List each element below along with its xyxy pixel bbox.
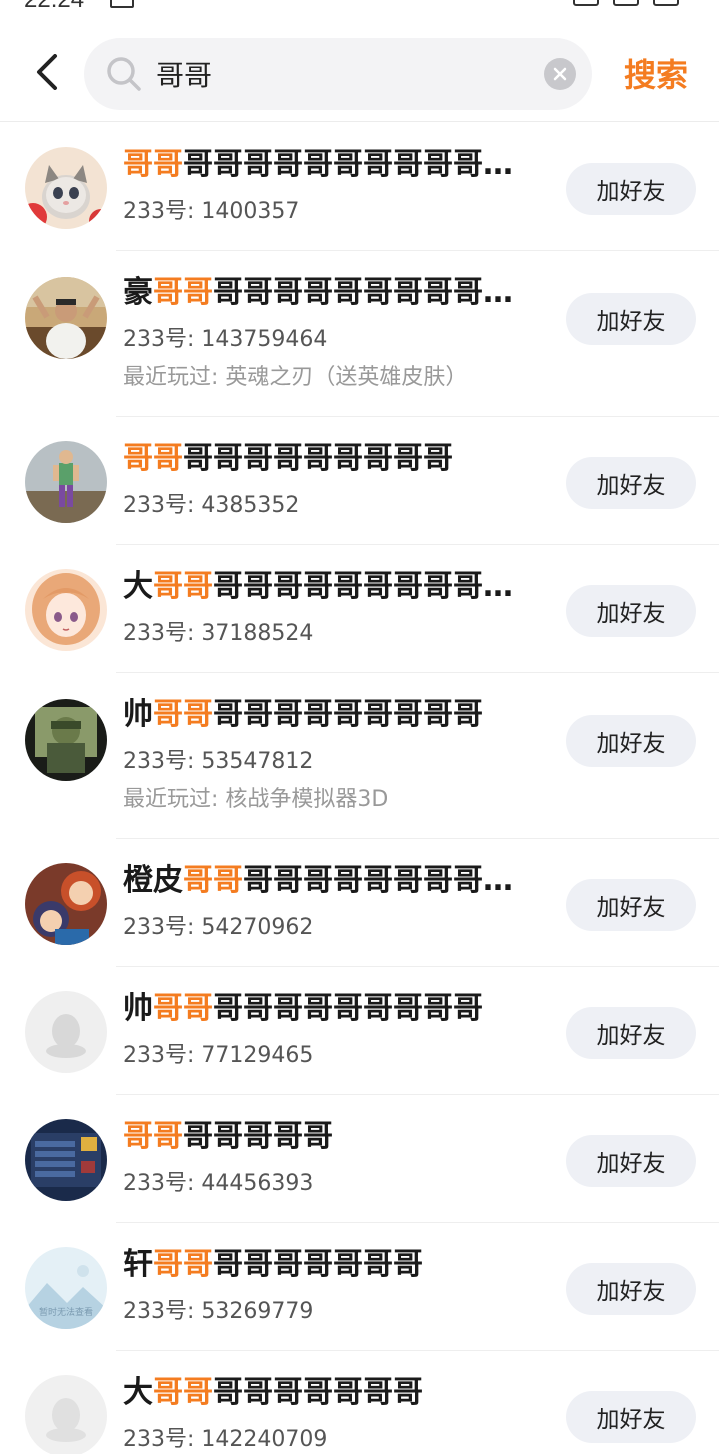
add-friend-button[interactable]: 加好友 bbox=[566, 1007, 696, 1059]
status-time: 22:24 bbox=[24, 0, 84, 12]
avatar bbox=[25, 991, 107, 1073]
user-id: 233号: 44456393 bbox=[123, 1171, 314, 1196]
list-item[interactable]: 大哥哥哥哥哥哥哥哥哥哥哥哥哥哥哥哥 233号: 37188524 加好友 bbox=[0, 545, 719, 673]
add-friend-button[interactable]: 加好友 bbox=[566, 163, 696, 215]
anime-girl-avatar-icon bbox=[25, 569, 107, 651]
user-id: 233号: 1400357 bbox=[123, 199, 300, 224]
placeholder-text: 暂时无法查看 bbox=[39, 1306, 93, 1318]
avatar bbox=[25, 569, 107, 651]
search-box[interactable] bbox=[84, 38, 592, 110]
avatar: 暂时无法查看 bbox=[25, 1247, 107, 1329]
user-id: 233号: 37188524 bbox=[123, 621, 314, 646]
list-item[interactable]: 帅哥哥哥哥哥哥哥哥哥哥哥 233号: 53547812 最近玩过: 核战争模拟器… bbox=[0, 673, 719, 839]
add-friend-button[interactable]: 加好友 bbox=[566, 1135, 696, 1187]
add-friend-button[interactable]: 加好友 bbox=[566, 879, 696, 931]
user-id: 233号: 77129465 bbox=[123, 1043, 314, 1068]
list-item[interactable]: 哥哥哥哥哥哥哥哥哥哥哥 233号: 4385352 加好友 bbox=[0, 417, 719, 545]
vibrate-icon bbox=[573, 0, 599, 6]
user-name: 豪哥哥哥哥哥哥哥哥哥哥哥哥哥哥哥哥 bbox=[123, 275, 538, 310]
user-id: 233号: 143759464 bbox=[123, 327, 328, 352]
man-photo-avatar-icon bbox=[25, 277, 107, 359]
user-name: 大哥哥哥哥哥哥哥哥哥哥哥哥哥哥哥哥 bbox=[123, 569, 538, 604]
user-name: 哥哥哥哥哥哥哥哥哥哥哥 bbox=[123, 441, 453, 476]
close-icon bbox=[553, 67, 567, 81]
status-icons bbox=[573, 0, 679, 6]
list-item[interactable]: 大哥哥哥哥哥哥哥哥哥 233号: 142240709 加好友 bbox=[0, 1351, 719, 1454]
chevron-left-icon bbox=[37, 54, 57, 90]
user-name: 哥哥哥哥哥哥哥 bbox=[123, 1119, 333, 1154]
list-item[interactable]: 哥哥哥哥哥哥哥哥哥哥哥哥哥哥哥哥哥哥 233号: 1400357 加好友 bbox=[0, 123, 719, 251]
list-item[interactable]: 橙皮哥哥哥哥哥哥哥哥哥哥哥哥哥哥哥 233号: 54270962 加好友 bbox=[0, 839, 719, 967]
user-name: 轩哥哥哥哥哥哥哥哥哥 bbox=[123, 1247, 423, 1282]
user-name: 哥哥哥哥哥哥哥哥哥哥哥哥哥哥哥哥哥哥 bbox=[123, 147, 538, 182]
user-id: 233号: 4385352 bbox=[123, 493, 300, 518]
battery-icon bbox=[653, 0, 679, 6]
user-id: 233号: 54270962 bbox=[123, 915, 314, 940]
clear-search-button[interactable] bbox=[544, 58, 576, 90]
avatar bbox=[25, 441, 107, 523]
kitten-avatar-icon bbox=[25, 147, 107, 229]
user-id: 233号: 53269779 bbox=[123, 1299, 314, 1324]
person-photo-avatar-icon bbox=[25, 699, 107, 781]
search-input[interactable] bbox=[156, 38, 536, 110]
avatar bbox=[25, 277, 107, 359]
game-character-avatar-icon bbox=[25, 441, 107, 523]
avatar bbox=[25, 1375, 107, 1454]
search-icon bbox=[107, 57, 141, 91]
add-friend-button[interactable]: 加好友 bbox=[566, 1391, 696, 1443]
status-bar: 22:24 bbox=[0, 0, 719, 12]
avatar bbox=[25, 699, 107, 781]
add-friend-button[interactable]: 加好友 bbox=[566, 293, 696, 345]
default-avatar-icon bbox=[25, 991, 107, 1073]
image-placeholder-avatar-icon: 暂时无法查看 bbox=[25, 1247, 107, 1329]
add-friend-button[interactable]: 加好友 bbox=[566, 457, 696, 509]
avatar bbox=[25, 1119, 107, 1201]
search-header: 搜索 bbox=[0, 24, 719, 122]
recently-played: 最近玩过: 核战争模拟器3D bbox=[123, 787, 389, 812]
image-notification-icon bbox=[110, 0, 134, 8]
user-name: 帅哥哥哥哥哥哥哥哥哥哥哥 bbox=[123, 697, 483, 732]
list-item[interactable]: 哥哥哥哥哥哥哥 233号: 44456393 加好友 bbox=[0, 1095, 719, 1223]
user-name: 大哥哥哥哥哥哥哥哥哥 bbox=[123, 1375, 423, 1410]
add-friend-button[interactable]: 加好友 bbox=[566, 585, 696, 637]
list-item[interactable]: 帅哥哥哥哥哥哥哥哥哥哥哥 233号: 77129465 加好友 bbox=[0, 967, 719, 1095]
wifi-icon bbox=[613, 0, 639, 6]
user-name: 帅哥哥哥哥哥哥哥哥哥哥哥 bbox=[123, 991, 483, 1026]
user-id: 233号: 53547812 bbox=[123, 749, 314, 774]
list-item[interactable]: 暂时无法查看 轩哥哥哥哥哥哥哥哥哥 233号: 53269779 加好友 bbox=[0, 1223, 719, 1351]
add-friend-button[interactable]: 加好友 bbox=[566, 715, 696, 767]
default-avatar-icon bbox=[25, 1375, 107, 1454]
user-id: 233号: 142240709 bbox=[123, 1427, 328, 1452]
avatar bbox=[25, 863, 107, 945]
cartoon-avatar-icon bbox=[25, 863, 107, 945]
game-screen-avatar-icon bbox=[25, 1119, 107, 1201]
list-item[interactable]: 豪哥哥哥哥哥哥哥哥哥哥哥哥哥哥哥哥 233号: 143759464 最近玩过: … bbox=[0, 251, 719, 417]
search-button[interactable]: 搜索 bbox=[624, 50, 688, 96]
avatar bbox=[25, 147, 107, 229]
add-friend-button[interactable]: 加好友 bbox=[566, 1263, 696, 1315]
recently-played: 最近玩过: 英魂之刃（送英雄皮肤） bbox=[123, 365, 468, 390]
back-button[interactable] bbox=[26, 50, 68, 94]
user-name: 橙皮哥哥哥哥哥哥哥哥哥哥哥哥哥哥哥 bbox=[123, 863, 538, 898]
search-result-list: 哥哥哥哥哥哥哥哥哥哥哥哥哥哥哥哥哥哥 233号: 1400357 加好友 豪哥哥… bbox=[0, 123, 719, 1454]
